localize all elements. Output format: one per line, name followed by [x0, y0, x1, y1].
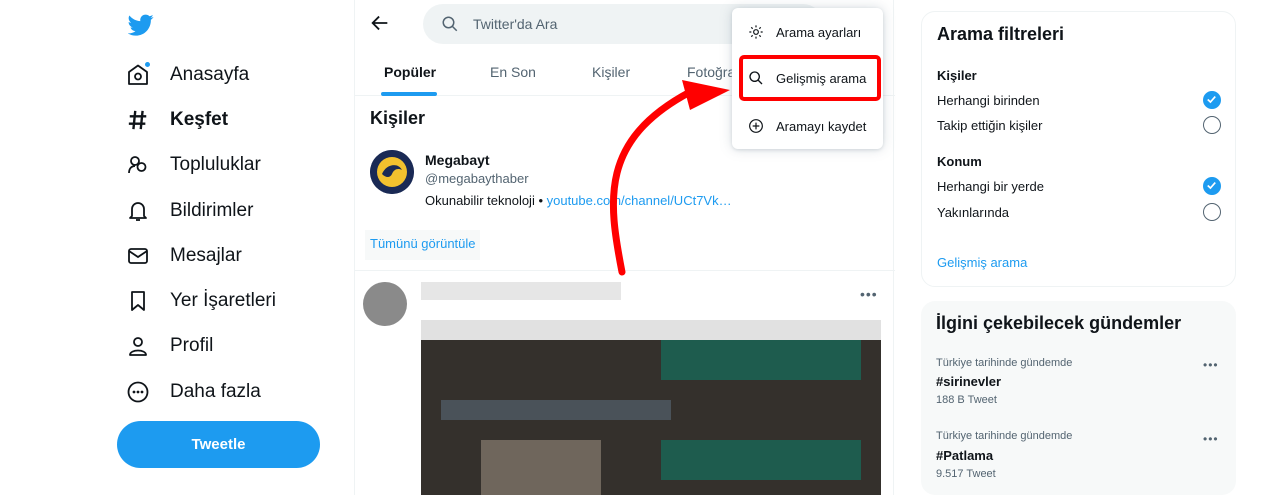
- menu-label-settings: Arama ayarları: [776, 24, 862, 40]
- left-navigation: Anasayfa Keşfet Topluluklar Bildirimler …: [0, 0, 354, 495]
- hashtag-icon: [124, 106, 152, 134]
- back-arrow-icon[interactable]: [369, 12, 391, 34]
- profile-icon: [124, 332, 152, 360]
- filters-location-title: Konum: [937, 154, 982, 169]
- nav-label-explore: Keşfet: [170, 109, 229, 130]
- nav-label-profile: Profil: [170, 335, 214, 356]
- nav-label-notifications: Bildirimler: [170, 200, 254, 221]
- blurred-block-2: [661, 440, 861, 480]
- check-icon: [1207, 182, 1216, 190]
- trend-more-button[interactable]: •••: [1203, 432, 1219, 446]
- search-input[interactable]: [473, 16, 773, 32]
- communities-icon: [124, 151, 152, 179]
- blurred-avatar: [363, 282, 407, 326]
- user-handle: @megabaythaber: [425, 171, 529, 186]
- plus-circle-icon: [749, 119, 763, 133]
- nav-bookmarks[interactable]: Yer İşaretleri: [124, 281, 276, 321]
- twitter-logo-icon[interactable]: [128, 12, 154, 38]
- nav-messages[interactable]: Mesajlar: [124, 236, 242, 276]
- search-icon: [442, 16, 458, 32]
- user-name: Megabayt: [425, 152, 490, 168]
- trends-card: İlgini çekebilecek gündemler Türkiye tar…: [921, 301, 1236, 495]
- filters-title: Arama filtreleri: [937, 24, 1065, 44]
- filter-option-following: Takip ettiğin kişiler: [937, 118, 1043, 133]
- home-icon: [124, 61, 152, 89]
- nav-label-more: Daha fazla: [170, 381, 261, 402]
- filter-option-nearby: Yakınlarında: [937, 205, 1010, 220]
- avatar[interactable]: [370, 150, 414, 194]
- red-highlight-box: [739, 55, 881, 101]
- trend-meta: Türkiye tarihinde gündemde: [936, 357, 1073, 369]
- bell-icon: [124, 197, 152, 225]
- trend-count: 9.517 Tweet: [936, 468, 996, 480]
- bookmark-icon: [124, 287, 152, 315]
- people-section-title: Kişiler: [370, 108, 426, 128]
- nav-label-bookmarks: Yer İşaretleri: [170, 290, 276, 311]
- tab-people[interactable]: Kişiler: [592, 64, 630, 80]
- nav-profile[interactable]: Profil: [124, 326, 213, 366]
- more-circle-icon: [124, 378, 152, 406]
- trends-title: İlgini çekebilecek gündemler: [936, 313, 1182, 333]
- radio-anywhere[interactable]: [1203, 177, 1221, 195]
- trend-meta: Türkiye tarihinde gündemde: [936, 430, 1073, 442]
- blurred-block-3: [441, 400, 671, 420]
- gear-icon: [749, 25, 763, 39]
- filters-people-title: Kişiler: [937, 68, 977, 83]
- tab-latest[interactable]: En Son: [490, 64, 536, 80]
- nav-explore[interactable]: Keşfet: [124, 100, 228, 140]
- trend-tag: #Patlama: [936, 448, 994, 463]
- advanced-search-link[interactable]: Gelişmiş arama: [937, 255, 1027, 270]
- nav-label-home: Anasayfa: [170, 64, 250, 85]
- nav-label-messages: Mesajlar: [170, 245, 242, 266]
- tweet-button[interactable]: Tweetle: [117, 421, 320, 468]
- blurred-header: [421, 282, 621, 300]
- blurred-block-1: [661, 340, 861, 380]
- user-bio-text: Okunabilir teknoloji •: [425, 193, 547, 208]
- filter-option-anywhere: Herhangi bir yerde: [937, 179, 1044, 194]
- trend-more-button[interactable]: •••: [1203, 358, 1219, 372]
- nav-communities[interactable]: Topluluklar: [124, 145, 261, 185]
- trend-tag: #sirinevler: [936, 374, 1002, 389]
- nav-more[interactable]: Daha fazla: [124, 372, 261, 412]
- red-annotation-arrow: [609, 80, 730, 276]
- tweet-more-button[interactable]: •••: [860, 286, 878, 302]
- check-icon: [1207, 96, 1216, 104]
- blurred-text: [421, 320, 881, 340]
- nav-home[interactable]: Anasayfa: [124, 55, 249, 95]
- trend-count: 188 B Tweet: [936, 394, 997, 406]
- active-tab-indicator: [381, 92, 437, 96]
- search-filters-card: Arama filtreleri Kişiler Herhangi birind…: [921, 11, 1236, 287]
- nav-label-communities: Topluluklar: [170, 154, 261, 175]
- radio-anyone[interactable]: [1203, 91, 1221, 109]
- menu-save-search[interactable]: Aramayı kaydet: [732, 106, 883, 146]
- menu-label-save: Aramayı kaydet: [776, 118, 867, 134]
- radio-nearby[interactable]: [1203, 203, 1221, 221]
- notification-dot: [144, 61, 151, 68]
- envelope-icon: [124, 242, 152, 270]
- tab-popular[interactable]: Popüler: [384, 64, 436, 80]
- filter-option-anyone: Herhangi birinden: [937, 93, 1040, 108]
- menu-search-settings[interactable]: Arama ayarları: [732, 12, 883, 52]
- radio-following[interactable]: [1203, 116, 1221, 134]
- tab-photos[interactable]: Fotoğra: [687, 64, 735, 80]
- nav-notifications[interactable]: Bildirimler: [124, 191, 253, 231]
- blurred-block-4: [481, 440, 601, 495]
- show-all-link[interactable]: Tümünü görüntüle: [370, 236, 476, 251]
